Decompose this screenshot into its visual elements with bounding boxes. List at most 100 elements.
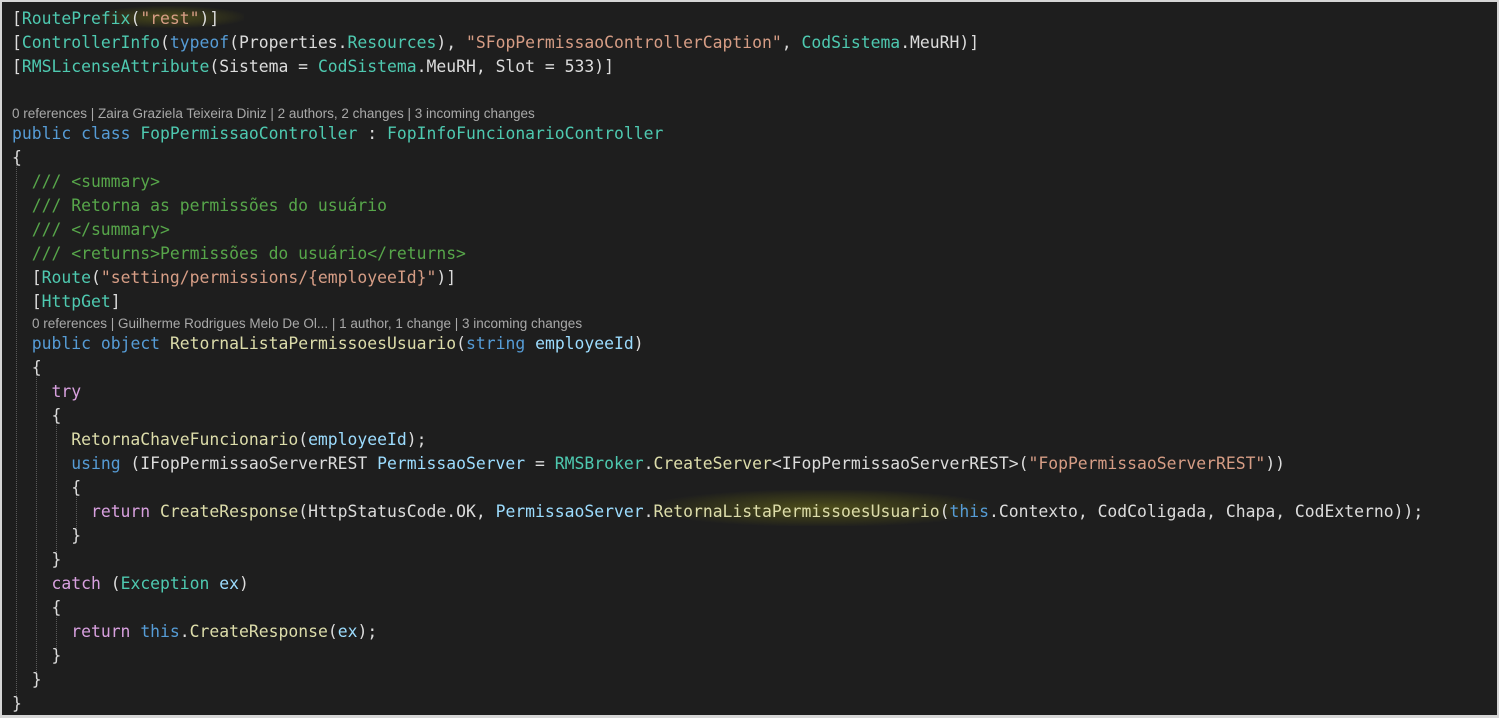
code-token: RMSBroker	[554, 454, 644, 473]
code-line[interactable]: catch (Exception ex)	[12, 572, 249, 596]
code-token: {	[12, 358, 42, 377]
code-line[interactable]: }	[12, 524, 81, 548]
code-token: .Contexto, CodColigada, Chapa, CodExtern…	[989, 502, 1424, 521]
code-token: ),	[436, 33, 466, 52]
code-token: (HttpStatusCode.OK,	[298, 502, 496, 521]
code-token: ControllerInfo	[21, 33, 161, 52]
code-line[interactable]: {	[12, 476, 81, 500]
code-line[interactable]: /// Retorna as permissões do usuário	[12, 194, 387, 218]
code-token: using	[71, 454, 121, 473]
code-token: CreateResponse	[189, 622, 328, 641]
code-line[interactable]: return CreateResponse(HttpStatusCode.OK,…	[12, 500, 1423, 524]
code-token: PermissaoServer	[495, 502, 644, 521]
code-token: [	[12, 268, 42, 287]
code-line[interactable]: {	[12, 356, 42, 380]
code-token: try	[51, 382, 82, 401]
code-token: employeeId	[308, 430, 407, 449]
code-token: {	[12, 478, 82, 497]
code-token: RoutePrefix	[21, 9, 131, 28]
code-token: );	[357, 622, 378, 641]
code-token: public	[31, 334, 91, 353]
code-token: ))	[1265, 454, 1286, 473]
code-line[interactable]: {	[12, 404, 61, 428]
code-token: }	[12, 694, 22, 713]
code-token: .MeuRH, Slot = 533)]	[416, 57, 614, 76]
code-token: <IFopPermissaoServerREST>(	[771, 454, 1029, 473]
codelens-class[interactable]: 0 references | Zaira Graziela Teixeira D…	[12, 104, 535, 124]
code-token: {	[12, 406, 62, 425]
code-token: CreateServer	[653, 454, 772, 473]
code-token: FopPermissaoController	[140, 124, 358, 143]
code-token: class	[81, 124, 131, 143]
code-token: .	[643, 454, 654, 473]
code-line[interactable]: {	[12, 146, 22, 170]
code-token: Exception	[120, 574, 210, 593]
code-token: employeeId	[535, 334, 634, 353]
code-line[interactable]: return this.CreateResponse(ex);	[12, 620, 377, 644]
code-token: ]	[110, 292, 121, 311]
code-token: }	[12, 526, 82, 545]
code-token: Resources	[347, 33, 437, 52]
code-line[interactable]: {	[12, 596, 61, 620]
code-token: (Sistema =	[209, 57, 318, 76]
code-token: ,	[781, 33, 802, 52]
code-line[interactable]: public object RetornaListaPermissoesUsua…	[12, 332, 644, 356]
code-token: HttpGet	[41, 292, 111, 311]
code-token: (	[327, 622, 338, 641]
code-token: }	[12, 550, 62, 569]
code-line[interactable]: [HttpGet]	[12, 290, 121, 314]
code-token: (Properties.	[229, 33, 348, 52]
code-line[interactable]: public class FopPermissaoController : Fo…	[12, 122, 663, 146]
code-line[interactable]: /// <summary>	[12, 170, 160, 194]
code-token: "rest"	[140, 9, 200, 28]
code-token: CreateResponse	[160, 502, 299, 521]
code-token: =	[525, 454, 555, 473]
code-line[interactable]: /// <returns>Permissões do usuário</retu…	[12, 242, 466, 266]
code-token: }	[12, 670, 42, 689]
code-token: /// Retorna as permissões do usuário	[12, 196, 387, 215]
code-token: ex	[219, 574, 240, 593]
code-line[interactable]: }	[12, 644, 61, 668]
code-line[interactable]: }	[12, 692, 22, 715]
code-token: }	[12, 646, 62, 665]
code-token: (IFopPermissaoServerREST	[120, 454, 378, 473]
code-token: RMSLicenseAttribute	[21, 57, 210, 76]
code-token: (	[939, 502, 950, 521]
code-line[interactable]: RetornaChaveFuncionario(employeeId);	[12, 428, 427, 452]
code-line[interactable]: [RoutePrefix("rest")]	[12, 7, 219, 31]
code-token: )]	[436, 268, 457, 287]
code-token: .	[179, 622, 190, 641]
code-token: [	[12, 57, 22, 76]
code-line[interactable]: try	[12, 380, 81, 404]
code-line[interactable]: }	[12, 548, 61, 572]
code-line[interactable]: [ControllerInfo(typeof(Properties.Resour…	[12, 31, 979, 55]
code-token: )	[239, 574, 249, 593]
code-token: (	[90, 268, 101, 287]
code-token: );	[406, 430, 427, 449]
code-token: public	[12, 124, 72, 143]
code-line[interactable]: /// </summary>	[12, 218, 170, 242]
code-token: /// </summary>	[12, 220, 170, 239]
code-token: string	[465, 334, 526, 353]
code-line[interactable]: }	[12, 668, 42, 692]
code-editor[interactable]: 0 references | Zaira Graziela Teixeira D…	[2, 2, 1497, 715]
code-token: CodSistema	[801, 33, 901, 52]
code-token: /// <returns>Permissões do usuário</retu…	[12, 244, 466, 263]
code-token: typeof	[169, 33, 230, 52]
code-token: CodSistema	[317, 57, 417, 76]
code-token: catch	[51, 574, 101, 593]
code-token: RetornaListaPermissoesUsuario	[653, 502, 940, 521]
codelens-method[interactable]: 0 references | Guilherme Rodrigues Melo …	[32, 314, 582, 334]
code-line[interactable]: using (IFopPermissaoServerREST Permissao…	[12, 452, 1285, 476]
code-line[interactable]: [Route("setting/permissions/{employeeId}…	[12, 266, 456, 290]
code-line[interactable]: [RMSLicenseAttribute(Sistema = CodSistem…	[12, 55, 614, 79]
